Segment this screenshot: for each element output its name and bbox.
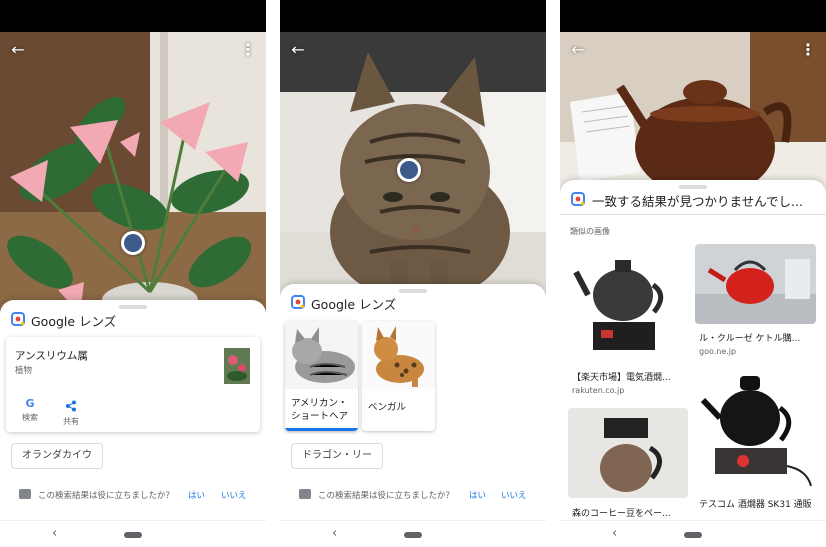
results-sheet[interactable]: 一致する結果が見つかりませんでし... 類似の画像 【楽天市場】電気酒燗... …: [560, 180, 826, 520]
result-tile-american-shorthair[interactable]: アメリカン・ショートヘア: [285, 321, 358, 431]
results-sheet[interactable]: Google レンズ アメリカン・ショートヘア ベンガル ドラゴン・リー この検…: [280, 284, 546, 520]
similar-image: [568, 408, 688, 498]
camera-view-flower[interactable]: [0, 32, 266, 322]
share-action[interactable]: 共有: [59, 397, 83, 427]
result-category: 植物: [15, 366, 33, 376]
result-label: アメリカン・ショートヘア: [291, 398, 349, 422]
sheet-drag-handle[interactable]: [399, 289, 427, 293]
teapot-photo: [560, 32, 826, 202]
search-action-label: 検索: [22, 413, 38, 422]
system-nav-bar: ‹: [0, 520, 266, 547]
american-shorthair-image: [285, 321, 358, 389]
more-vert-icon[interactable]: ⋮: [238, 40, 258, 60]
back-arrow-icon[interactable]: ←: [8, 40, 28, 60]
camera-view-teapot[interactable]: [560, 32, 826, 202]
feedback-question: この検索結果は役に立ちましたか？: [38, 491, 175, 501]
nav-back-icon[interactable]: ‹: [612, 526, 617, 541]
result-thumbnail: [224, 348, 250, 384]
similar-item[interactable]: テスコム 酒燗器 SK31 通販: [695, 368, 816, 520]
google-g-icon: G: [25, 397, 35, 410]
status-bar: [560, 0, 826, 32]
similar-item[interactable]: 森のコーヒー豆をペー...: [568, 408, 688, 520]
nav-back-icon[interactable]: ‹: [52, 526, 57, 541]
screen-teapot: ← ⋮ 一致する結果が見つかりませんでし... 類似の画像 【楽天市場】電気酒燗…: [560, 0, 826, 547]
nav-home-pill[interactable]: [684, 532, 702, 538]
system-nav-bar: ‹: [560, 520, 826, 547]
similar-item[interactable]: 【楽天市場】電気酒燗... rakuten.co.jp: [568, 240, 688, 400]
feedback-icon: [19, 489, 31, 499]
share-icon: [66, 400, 76, 412]
result-tile-bengal[interactable]: ベンガル: [362, 321, 435, 431]
status-bar: [280, 0, 546, 32]
nav-home-pill[interactable]: [404, 532, 422, 538]
similar-image: [695, 244, 816, 324]
result-label: ベンガル: [368, 402, 407, 413]
selected-indicator: [285, 428, 358, 431]
results-sheet[interactable]: Google レンズ アンスリウム属 植物 G 検索 共有 オランダカイウ この…: [0, 300, 266, 520]
similar-caption: 【楽天市場】電気酒燗...: [572, 373, 671, 383]
google-lens-icon: [291, 295, 305, 309]
sheet-drag-handle[interactable]: [679, 185, 707, 189]
feedback-yes-link[interactable]: はい: [188, 489, 205, 501]
related-chip[interactable]: ドラゴン・リー: [291, 443, 383, 469]
similar-images-heading: 類似の画像: [570, 227, 610, 236]
feedback-yes-link[interactable]: はい: [469, 489, 486, 501]
similar-caption: ル・クルーゼ ケトル購...: [699, 334, 801, 344]
status-bar: [0, 0, 266, 32]
result-name: アンスリウム属: [15, 350, 88, 362]
nav-back-icon[interactable]: ‹: [332, 526, 337, 541]
focus-point-dot[interactable]: [121, 231, 145, 255]
result-card[interactable]: アンスリウム属 植物 G 検索 共有: [6, 337, 260, 432]
sheet-title: 一致する結果が見つかりませんでし...: [592, 194, 803, 209]
focus-point-dot[interactable]: [397, 158, 421, 182]
feedback-icon: [299, 489, 311, 499]
similar-image: [695, 368, 816, 490]
search-action[interactable]: G 検索: [18, 397, 42, 423]
sheet-title: Google レンズ: [311, 297, 397, 312]
screen-cat: ← Google レンズ アメリカン・ショートヘア ベンガル ドラゴン・リー こ…: [280, 0, 546, 547]
google-lens-icon: [11, 312, 25, 326]
nav-home-pill[interactable]: [124, 532, 142, 538]
back-arrow-icon[interactable]: ←: [288, 40, 308, 60]
sheet-title: Google レンズ: [31, 314, 117, 329]
similar-image: [568, 240, 688, 362]
related-chip[interactable]: オランダカイウ: [11, 443, 103, 469]
similar-item[interactable]: ル・クルーゼ ケトル購... goo.ne.jp: [695, 244, 816, 362]
feedback-question: この検索結果は役に立ちましたか？: [318, 491, 455, 501]
similar-source: rakuten.co.jp: [572, 386, 625, 395]
similar-caption: 森のコーヒー豆をペー...: [572, 509, 671, 519]
back-arrow-icon[interactable]: ←: [568, 40, 588, 60]
more-vert-icon[interactable]: ⋮: [798, 40, 818, 60]
bengal-image: [362, 321, 435, 389]
flower-photo: [0, 32, 266, 322]
google-lens-icon: [571, 192, 585, 206]
feedback-no-link[interactable]: いいえ: [501, 489, 527, 501]
sheet-drag-handle[interactable]: [119, 305, 147, 309]
similar-caption: テスコム 酒燗器 SK31 通販: [699, 500, 812, 510]
similar-source: goo.ne.jp: [699, 347, 737, 356]
feedback-no-link[interactable]: いいえ: [221, 489, 247, 501]
screen-flower: ← ⋮ Google レンズ アンスリウム属 植物 G 検索 共有 オランダカイ…: [0, 0, 266, 547]
share-action-label: 共有: [63, 417, 79, 426]
system-nav-bar: ‹: [280, 520, 546, 547]
divider: [560, 214, 826, 215]
